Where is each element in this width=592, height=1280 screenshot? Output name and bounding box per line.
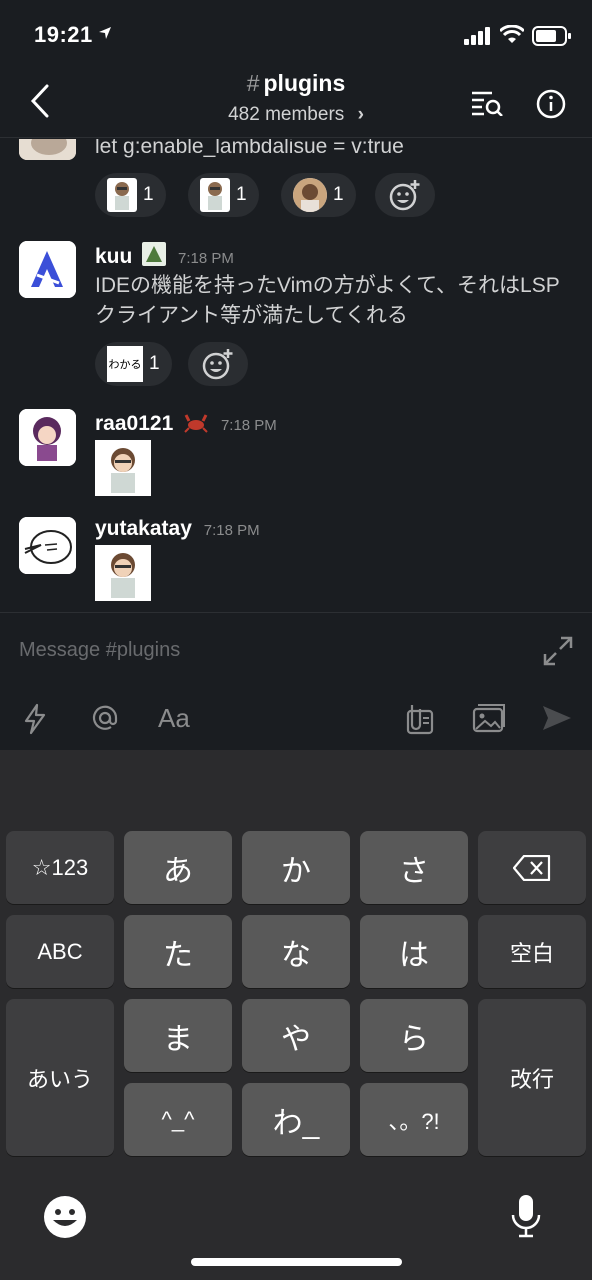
key-kaomoji[interactable]: ^_^ [124, 1083, 232, 1156]
key-kana-mode[interactable]: あいう [6, 999, 114, 1156]
crab-status-icon [183, 411, 209, 433]
shortcuts-lightning-icon[interactable] [22, 703, 48, 735]
format-text-button[interactable]: Aa [158, 703, 190, 734]
reaction-pill[interactable]: 1 [281, 173, 356, 217]
avatar[interactable] [19, 241, 76, 298]
key-delete[interactable] [478, 831, 586, 904]
message-text: IDEの機能を持ったVimの方がよくて、それはLSPクライアント等が満たしてくれ… [95, 274, 560, 327]
key-ra[interactable]: ら [360, 999, 468, 1072]
members-count: 482 members [228, 104, 345, 125]
key-na[interactable]: な [242, 915, 350, 988]
delete-backspace-icon [513, 854, 551, 881]
wifi-icon [500, 25, 524, 43]
key-ya[interactable]: や [242, 999, 350, 1072]
location-arrow-icon [99, 27, 111, 39]
message-author[interactable]: yutakatay 7:18 PM [95, 517, 260, 541]
reaction-pill[interactable]: わかる 1 [95, 342, 172, 386]
key-ma[interactable]: ま [124, 999, 232, 1072]
avatar[interactable] [19, 409, 76, 466]
author-name: kuu [95, 245, 133, 268]
channel-hash: # [246, 70, 260, 96]
message-time: 7:18 PM [178, 250, 234, 267]
avatar[interactable] [19, 517, 76, 574]
avatar-sticker-icon [200, 178, 230, 212]
reaction-pill[interactable]: 1 [95, 173, 166, 217]
dictation-mic-icon[interactable] [510, 1193, 542, 1239]
mention-icon[interactable] [90, 703, 120, 733]
channel-header: # plugins 482 members › [0, 60, 592, 138]
info-icon[interactable] [536, 89, 566, 119]
avatar-sticker-alt-icon [293, 178, 327, 212]
search-channel-icon[interactable] [470, 90, 504, 116]
message-text: let g:enable_lambdalisue = v:true [95, 139, 404, 158]
key-return[interactable]: 改行 [478, 999, 586, 1156]
reaction-count: 1 [149, 353, 160, 374]
key-symbols-123[interactable]: ☆123 [6, 831, 114, 904]
attach-file-icon[interactable] [404, 703, 434, 735]
emoji-keyboard-icon[interactable] [43, 1195, 87, 1239]
reaction-count: 1 [143, 184, 154, 205]
status-time: 19:21 [34, 22, 93, 47]
author-name: raa0121 [95, 412, 174, 435]
reaction-count: 1 [236, 184, 247, 205]
key-space[interactable]: 空白 [478, 915, 586, 988]
signal-icon [464, 27, 490, 45]
message-time: 7:18 PM [220, 417, 277, 434]
key-ha[interactable]: は [360, 915, 468, 988]
send-icon[interactable] [540, 703, 574, 733]
key-wa[interactable]: わ_ [242, 1083, 350, 1156]
message-time: 7:18 PM [203, 522, 260, 539]
channel-name: plugins [263, 70, 346, 96]
home-indicator[interactable] [191, 1258, 402, 1266]
author-name: yutakatay [95, 517, 192, 540]
sticker-image[interactable] [95, 545, 151, 601]
add-reaction-button[interactable] [375, 173, 435, 217]
message-input[interactable]: Message #plugins [19, 639, 180, 662]
avatar-sticker-icon [107, 178, 137, 212]
japanese-keyboard: ☆123 あ か さ ABC た な は 空白 あいう ま や ら 改行 ^_^… [0, 750, 592, 1280]
custom-status-icon [142, 242, 167, 266]
reaction-pill[interactable]: 1 [188, 173, 259, 217]
members-chevron-icon: › [357, 104, 364, 125]
avatar[interactable] [19, 139, 76, 160]
message-author[interactable]: raa0121 7:18 PM [95, 411, 277, 436]
add-emoji-icon [389, 180, 420, 211]
key-punctuation[interactable]: 、。?! [360, 1083, 468, 1156]
add-reaction-button[interactable] [188, 342, 248, 386]
message-author[interactable]: kuu 7:18 PM [95, 242, 234, 269]
key-abc[interactable]: ABC [6, 915, 114, 988]
message-composer: Message #plugins Aa [0, 612, 592, 750]
add-emoji-icon [202, 349, 233, 380]
key-ka[interactable]: か [242, 831, 350, 904]
sticker-image[interactable] [95, 440, 151, 496]
photo-icon[interactable] [472, 703, 506, 733]
wakaru-emoji: わかる [107, 346, 143, 382]
key-ta[interactable]: た [124, 915, 232, 988]
key-sa[interactable]: さ [360, 831, 468, 904]
battery-icon [532, 26, 571, 46]
key-a[interactable]: あ [124, 831, 232, 904]
message-list[interactable]: let g:enable_lambdalisue = v:true 1 1 1 [0, 139, 592, 612]
reaction-count: 1 [333, 184, 344, 205]
expand-icon[interactable] [542, 635, 574, 667]
